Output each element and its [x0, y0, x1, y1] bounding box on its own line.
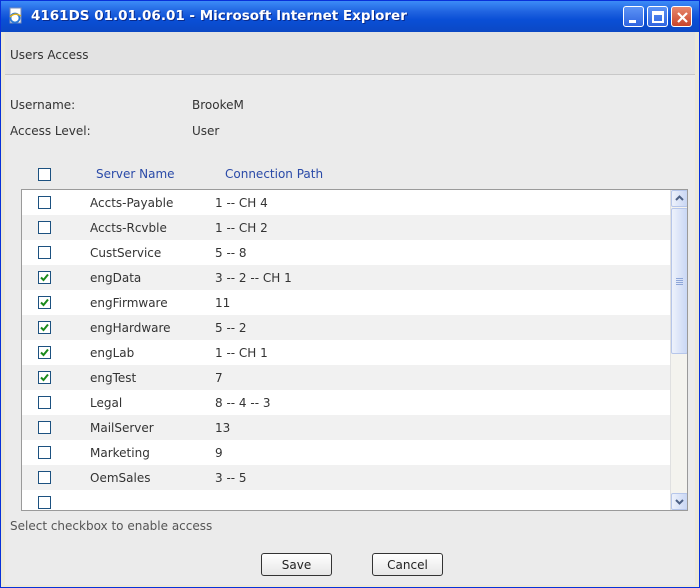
vertical-scrollbar[interactable] [670, 190, 687, 510]
server-checkbox[interactable] [38, 196, 51, 209]
server-row[interactable]: Accts-Payable 1 -- CH 4 [22, 190, 670, 215]
scroll-thumb[interactable] [671, 208, 687, 354]
server-name: Accts-Payable [90, 196, 174, 210]
connection-path: 1 -- CH 4 [215, 196, 268, 210]
server-checkbox[interactable] [38, 396, 51, 409]
connection-path: 7 [215, 371, 223, 385]
server-row[interactable]: engData 3 -- 2 -- CH 1 [22, 265, 670, 290]
column-header-server-name[interactable]: Server Name [96, 167, 175, 181]
connection-path: 9 [215, 446, 223, 460]
server-checkbox[interactable] [38, 321, 51, 334]
server-checkbox[interactable] [38, 496, 51, 509]
server-name: OemSales [90, 471, 151, 485]
connection-path: 8 -- 4 -- 3 [215, 396, 271, 410]
server-checkbox[interactable] [38, 221, 51, 234]
section-header: Users Access [5, 32, 695, 75]
server-row[interactable]: Accts-Rcvble 1 -- CH 2 [22, 215, 670, 240]
grip-line [676, 284, 683, 285]
server-checkbox[interactable] [38, 371, 51, 384]
connection-path: 3 -- 2 -- CH 1 [215, 271, 292, 285]
server-row[interactable]: CustService 5 -- 8 [22, 240, 670, 265]
maximize-button[interactable] [647, 6, 668, 27]
grip-line [676, 280, 683, 281]
server-name: Marketing [90, 446, 150, 460]
browser-window: 4161DS 01.01.06.01 - Microsoft Internet … [0, 0, 700, 588]
title-bar[interactable]: 4161DS 01.01.06.01 - Microsoft Internet … [1, 1, 699, 32]
save-button[interactable]: Save [261, 553, 332, 576]
server-row[interactable] [22, 490, 670, 510]
server-row[interactable]: engLab 1 -- CH 1 [22, 340, 670, 365]
minimize-button[interactable] [623, 6, 644, 27]
help-text: Select checkbox to enable access [10, 519, 213, 533]
server-row[interactable]: engTest 7 [22, 365, 670, 390]
server-checkbox[interactable] [38, 421, 51, 434]
section-title: Users Access [10, 48, 89, 62]
server-row[interactable]: Legal 8 -- 4 -- 3 [22, 390, 670, 415]
username-label: Username: [10, 98, 76, 112]
server-name: engFirmware [90, 296, 168, 310]
server-name: engData [90, 271, 142, 285]
connection-path: 5 -- 2 [215, 321, 247, 335]
connection-path: 1 -- CH 1 [215, 346, 268, 360]
page-content: Users Access Username: BrookeM Access Le… [5, 32, 695, 585]
server-name: engTest [90, 371, 137, 385]
close-button[interactable] [671, 6, 692, 27]
server-name: Legal [90, 396, 123, 410]
server-name: CustService [90, 246, 162, 260]
grip-line [676, 282, 683, 283]
column-header-connection-path[interactable]: Connection Path [225, 167, 323, 181]
connection-path: 13 [215, 421, 231, 435]
server-checkbox[interactable] [38, 471, 51, 484]
server-name: MailServer [90, 421, 154, 435]
server-checkbox[interactable] [38, 271, 51, 284]
scroll-down-button[interactable] [671, 493, 687, 510]
server-name: engLab [90, 346, 135, 360]
select-all-checkbox[interactable] [38, 168, 51, 181]
connection-path: 1 -- CH 2 [215, 221, 268, 235]
cancel-button[interactable]: Cancel [372, 553, 443, 576]
server-row[interactable]: OemSales 3 -- 5 [22, 465, 670, 490]
server-checkbox[interactable] [38, 296, 51, 309]
access-level-label: Access Level: [10, 124, 91, 138]
server-row[interactable]: engFirmware 11 [22, 290, 670, 315]
server-row[interactable]: MailServer 13 [22, 415, 670, 440]
window-title: 4161DS 01.01.06.01 - Microsoft Internet … [31, 8, 407, 24]
access-level-value: User [192, 124, 220, 138]
ie-page-icon [7, 7, 25, 25]
server-name: engHardware [90, 321, 171, 335]
connection-path: 5 -- 8 [215, 246, 247, 260]
scroll-up-button[interactable] [671, 190, 687, 207]
username-value: BrookeM [192, 98, 244, 112]
grip-line [676, 278, 683, 279]
server-checkbox[interactable] [38, 346, 51, 359]
server-name: Accts-Rcvble [90, 221, 167, 235]
connection-path: 11 [215, 296, 231, 310]
connection-path: 3 -- 5 [215, 471, 247, 485]
server-checkbox[interactable] [38, 446, 51, 459]
server-checkbox[interactable] [38, 246, 51, 259]
server-row[interactable]: Marketing 9 [22, 440, 670, 465]
server-list[interactable]: Accts-Payable 1 -- CH 4 Accts-Rcvble 1 -- C… [21, 189, 688, 511]
server-row[interactable]: engHardware 5 -- 2 [22, 315, 670, 340]
